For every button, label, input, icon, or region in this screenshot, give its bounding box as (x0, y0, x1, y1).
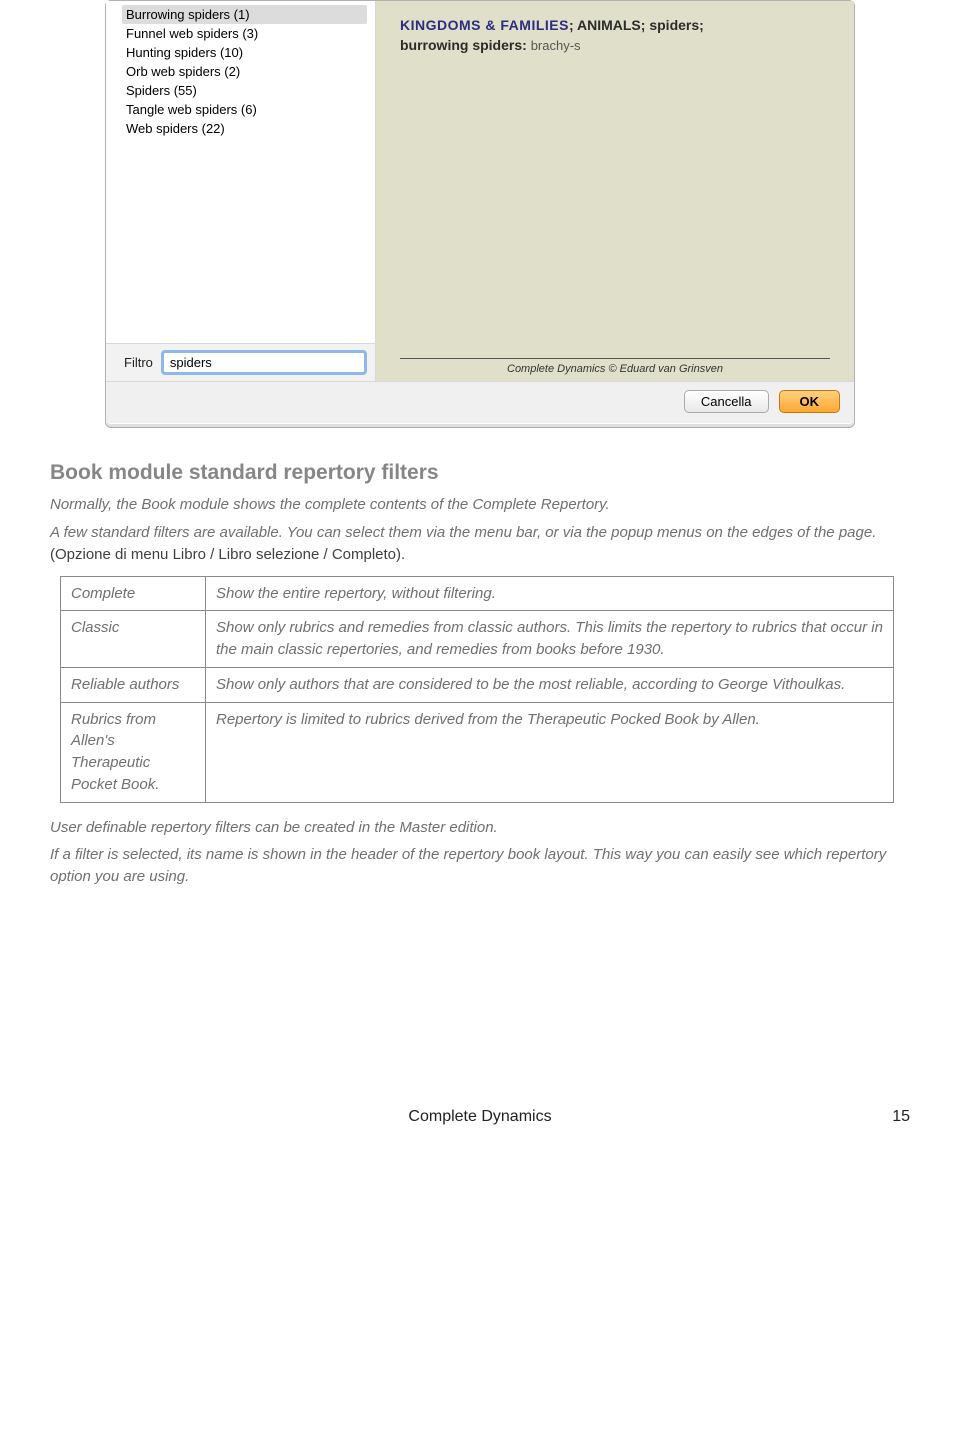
divider (400, 358, 830, 359)
paragraph: A few standard filters are available. Yo… (50, 522, 910, 566)
filter-desc: Show only authors that are considered to… (206, 667, 894, 702)
spider-list[interactable]: Burrowing spiders (1) Funnel web spiders… (106, 1, 375, 343)
filter-input[interactable] (161, 350, 367, 375)
list-item[interactable]: Tangle web spiders (6) (126, 100, 367, 119)
paragraph: User definable repertory filters can be … (50, 817, 910, 839)
remedy-label: brachy-s (531, 38, 581, 53)
list-item[interactable]: Spiders (55) (126, 81, 367, 100)
paragraph: If a filter is selected, its name is sho… (50, 844, 910, 888)
table-row: Rubrics from Allen's Therapeutic Pocket … (61, 702, 894, 802)
footer-title: Complete Dynamics (408, 1108, 551, 1125)
filter-desc: Show only rubrics and remedies from clas… (206, 611, 894, 668)
article-body: Book module standard repertory filters N… (50, 458, 910, 888)
dialog-left-pane: Burrowing spiders (1) Funnel web spiders… (106, 1, 376, 381)
filter-dialog: Burrowing spiders (1) Funnel web spiders… (105, 0, 855, 428)
copyright-text: Complete Dynamics © Eduard van Grinsven (400, 363, 830, 375)
table-row: Complete Show the entire repertory, with… (61, 576, 894, 611)
burrowing-spiders-label: burrowing spiders: (400, 37, 527, 53)
filter-row: Filtro (106, 343, 375, 381)
spiders-label: spiders (649, 17, 699, 33)
table-row: Reliable authors Show only authors that … (61, 667, 894, 702)
cancel-button[interactable]: Cancella (684, 390, 769, 413)
filter-options-table: Complete Show the entire repertory, with… (60, 576, 894, 803)
dialog-button-bar: Cancella OK (106, 381, 854, 423)
animals-label: ANIMALS (577, 17, 641, 33)
list-item[interactable]: Funnel web spiders (3) (126, 24, 367, 43)
filter-name: Classic (61, 611, 206, 668)
filter-name: Reliable authors (61, 667, 206, 702)
section-heading: Book module standard repertory filters (50, 458, 910, 488)
rubric-heading: KINGDOMS & FAMILIES; ANIMALS; spiders; b… (400, 15, 830, 56)
ok-button[interactable]: OK (779, 390, 841, 413)
list-item[interactable]: Hunting spiders (10) (126, 43, 367, 62)
page-number: 15 (892, 1108, 910, 1126)
list-item[interactable]: Orb web spiders (2) (126, 62, 367, 81)
page-footer: Complete Dynamics 15 (50, 1108, 910, 1126)
dialog-right-pane: KINGDOMS & FAMILIES; ANIMALS; spiders; b… (376, 1, 854, 381)
table-row: Classic Show only rubrics and remedies f… (61, 611, 894, 668)
filter-desc: Show the entire repertory, without filte… (206, 576, 894, 611)
filter-name: Rubrics from Allen's Therapeutic Pocket … (61, 702, 206, 802)
list-item[interactable]: Burrowing spiders (1) (122, 5, 367, 24)
filter-label: Filtro (124, 355, 153, 370)
menu-path: (Opzione di menu Libro / Libro selezione… (50, 546, 405, 563)
filter-desc: Repertory is limited to rubrics derived … (206, 702, 894, 802)
filter-name: Complete (61, 576, 206, 611)
kingdoms-families-label: KINGDOMS & FAMILIES (400, 17, 569, 33)
paragraph: Normally, the Book module shows the comp… (50, 494, 910, 516)
list-item[interactable]: Web spiders (22) (126, 119, 367, 138)
